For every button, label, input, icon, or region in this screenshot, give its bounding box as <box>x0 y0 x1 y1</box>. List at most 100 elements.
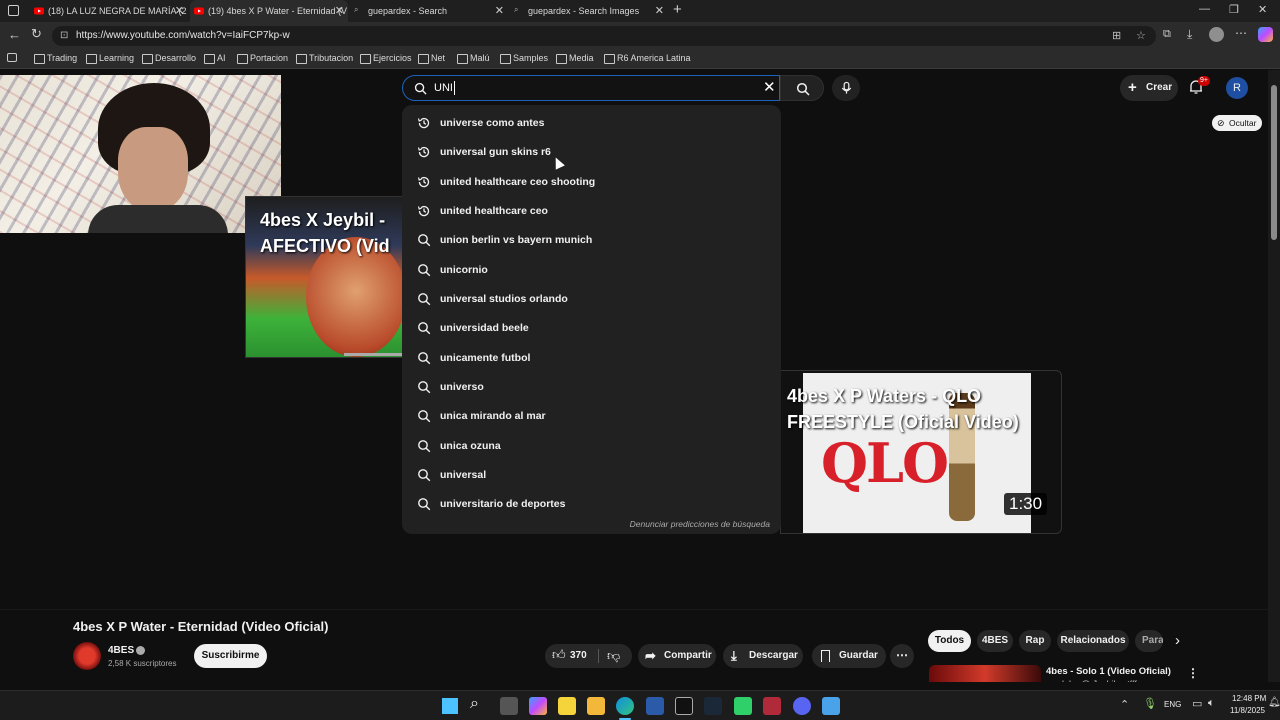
sticky-notes-icon[interactable] <box>558 697 576 715</box>
security-app-icon[interactable] <box>763 697 781 715</box>
share-button[interactable]: ➦ Compartir <box>638 644 716 668</box>
more-actions-button[interactable]: ⋯ <box>890 644 914 668</box>
maximize-button[interactable]: ❐ <box>1229 3 1239 16</box>
chip-para[interactable]: Para <box>1135 630 1163 652</box>
notepad-icon[interactable] <box>822 697 840 715</box>
suggestion-item[interactable]: union berlin vs bayern munich <box>402 226 781 255</box>
create-button[interactable]: + Crear <box>1120 75 1178 101</box>
chevron-up-icon[interactable]: ⌃ <box>1120 698 1129 711</box>
refresh-icon[interactable]: ↻ <box>31 26 42 42</box>
scrollbar-thumb[interactable] <box>1271 85 1277 240</box>
close-icon[interactable]: ✕ <box>175 4 184 17</box>
suggestion-item[interactable]: universal studios orlando <box>402 285 781 314</box>
channel-avatar[interactable] <box>73 642 101 670</box>
chip-todos[interactable]: Todos <box>928 630 971 652</box>
chip-rap[interactable]: Rap <box>1019 630 1051 652</box>
clock-time[interactable]: 12:48 PM <box>1232 694 1266 703</box>
search-box[interactable]: UNI ✕ <box>402 75 780 101</box>
minimize-button[interactable]: — <box>1199 3 1210 15</box>
bookmark-folder[interactable]: Learning <box>86 53 134 64</box>
suggestion-item[interactable]: universidad beele <box>402 314 781 343</box>
window-menu-icon[interactable] <box>8 5 19 16</box>
bookmark-folder[interactable]: Net <box>418 53 445 64</box>
whatsapp-icon[interactable] <box>734 697 752 715</box>
microphone-icon[interactable]: 🎙︎ <box>1143 697 1157 710</box>
tab-guepardex-search[interactable]: ⌕ guepardex - Search ✕ <box>350 0 508 22</box>
chip-4bes[interactable]: 4BES <box>977 630 1013 652</box>
search-icon[interactable]: ⌕ <box>470 695 479 713</box>
subscribe-button[interactable]: Suscribirme <box>194 644 267 668</box>
suggestion-item[interactable]: united healthcare ceo <box>402 197 781 226</box>
more-vertical-icon[interactable]: ⋮ <box>1187 666 1199 680</box>
bookmark-folder[interactable]: Ejercicios <box>360 53 412 64</box>
close-icon[interactable]: ✕ <box>495 4 504 17</box>
speaker-icon[interactable]: 🔈︎ <box>1208 697 1215 710</box>
tab-eternidad[interactable]: (19) 4bes X P Water - Eternidad (V ✕ <box>190 0 348 22</box>
back-icon[interactable]: ← <box>8 27 21 42</box>
notifications-button[interactable]: 9+ <box>1188 76 1210 99</box>
close-icon[interactable]: ✕ <box>335 4 344 17</box>
side-video-title[interactable]: 4bes - Solo 1 (Video Oficial) <box>1046 666 1171 677</box>
file-explorer-icon[interactable] <box>587 697 605 715</box>
steam-icon[interactable] <box>704 697 722 715</box>
site-info-icon[interactable]: ⊡ <box>60 26 68 46</box>
powershell-icon[interactable] <box>646 697 664 715</box>
task-view-icon[interactable] <box>500 697 518 715</box>
suggestion-item[interactable]: universal <box>402 461 781 490</box>
bookmark-folder[interactable]: Trading <box>34 53 77 64</box>
discord-icon[interactable] <box>793 697 811 715</box>
suggestion-item[interactable]: unicornio <box>402 256 781 285</box>
search-button[interactable] <box>780 75 824 101</box>
download-button[interactable]: ⤓ Descargar <box>723 644 803 668</box>
reading-list-icon[interactable] <box>7 53 17 62</box>
bookmark-folder[interactable]: Malú <box>457 53 490 64</box>
window-close-button[interactable]: ✕ <box>1258 3 1267 16</box>
chip-relacionados[interactable]: Relacionados <box>1057 630 1129 652</box>
bookmark-folder[interactable]: Portacion <box>237 53 288 64</box>
intellij-icon[interactable] <box>675 697 693 715</box>
notification-center-icon[interactable]: 🔔︎ <box>1268 697 1280 708</box>
bookmark-folder[interactable]: Desarrollo <box>142 53 196 64</box>
clear-search-icon[interactable]: ✕ <box>763 78 776 96</box>
suggestion-item[interactable]: unicamente futbol <box>402 344 781 373</box>
hide-button[interactable]: ⊘ Ocultar <box>1212 115 1263 131</box>
address-bar[interactable]: ⊡ https://www.youtube.com/watch?v=IaiFCP… <box>52 26 1156 46</box>
report-predictions-link[interactable]: Denunciar predicciones de búsqueda <box>630 519 770 529</box>
app-available-icon[interactable]: ⊞ <box>1112 26 1121 46</box>
download-icon[interactable]: ⤓ <box>1187 27 1192 42</box>
bookmark-folder[interactable]: Samples <box>500 53 548 64</box>
bookmark-folder[interactable]: Tributacion <box>296 53 353 64</box>
suggestion-item[interactable]: united healthcare ceo shooting <box>402 168 781 197</box>
bookmark-folder[interactable]: R6 America Latina <box>604 53 691 64</box>
profile-avatar[interactable] <box>1209 27 1224 42</box>
tab-guepardex-images[interactable]: ⌕ guepardex - Search Images ✕ <box>510 0 668 22</box>
avatar[interactable]: R <box>1226 77 1248 99</box>
bookmark-folder[interactable]: Media <box>556 53 594 64</box>
suggestion-item[interactable]: unica ozuna <box>402 432 781 461</box>
display-icon[interactable]: ▭ <box>1192 697 1202 710</box>
chevron-right-icon[interactable]: › <box>1175 632 1180 649</box>
suggestion-item[interactable]: universal gun skins r6 <box>402 138 781 167</box>
channel-name[interactable]: 4BES <box>108 645 134 656</box>
windows-start-icon[interactable] <box>442 698 458 714</box>
like-button[interactable]: 👍︎ 370 <box>550 644 598 668</box>
more-menu-icon[interactable]: ⋯ <box>1235 26 1247 40</box>
video-thumbnail[interactable]: 4bes X Jeybil - AFECTIVO (Vid <box>245 196 403 358</box>
language-indicator[interactable]: ENG <box>1164 700 1181 709</box>
bookmark-folder[interactable]: AI <box>204 53 226 64</box>
save-button[interactable]: Guardar <box>812 644 886 668</box>
copilot-icon[interactable] <box>1258 27 1273 42</box>
copilot-icon[interactable] <box>529 697 547 715</box>
suggestion-item[interactable]: universe como antes <box>402 109 781 138</box>
suggestion-item[interactable]: unica mirando al mar <box>402 402 781 431</box>
side-video-thumbnail[interactable] <box>929 665 1041 682</box>
tab-luz-negra[interactable]: (18) LA LUZ NEGRA DE MARÍA (2 ✕ <box>30 0 188 22</box>
extensions-icon[interactable]: ⧉ <box>1163 28 1171 41</box>
suggestion-item[interactable]: universitario de deportes <box>402 490 781 519</box>
search-input[interactable]: UNI <box>434 82 453 94</box>
close-icon[interactable]: ✕ <box>655 4 664 17</box>
clock-date[interactable]: 11/8/2025 <box>1230 706 1265 715</box>
favorite-star-icon[interactable]: ☆ <box>1136 26 1146 46</box>
suggestion-item[interactable]: universo <box>402 373 781 402</box>
voice-search-button[interactable] <box>832 75 860 101</box>
